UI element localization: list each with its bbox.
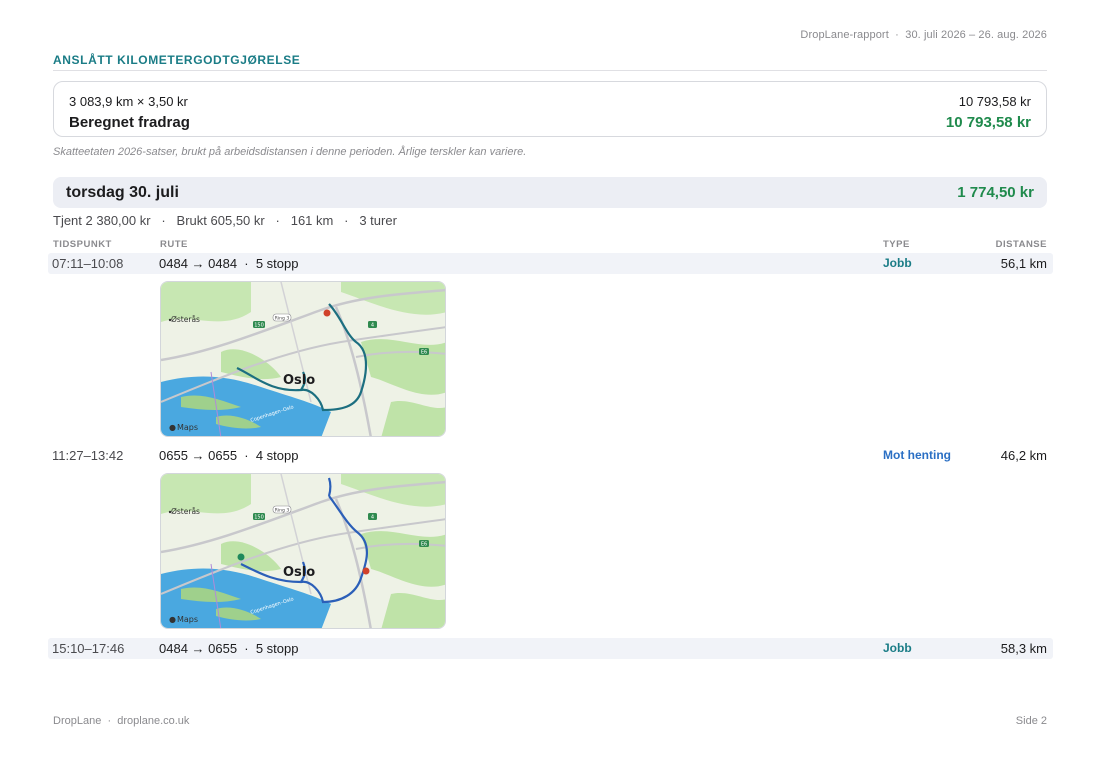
rate-note: Skatteetaten 2026-satser, brukt på arbei… <box>53 146 527 158</box>
trip-distance: 56,1 km <box>1000 256 1047 271</box>
apple-logo-icon: ● <box>169 423 176 432</box>
column-header-type: TYPE <box>883 239 910 250</box>
trip-time: 11:27–13:42 <box>52 448 124 463</box>
deduction-row: Beregnet fradrag 10 793,58 kr <box>69 114 1031 131</box>
section-title: ANSLÅTT KILOMETERGODTGJØRELSE <box>53 53 301 67</box>
trip-distance: 46,2 km <box>1000 448 1047 463</box>
city-label: Oslo <box>283 373 315 388</box>
calc-row: 3 083,9 km × 3,50 kr 10 793,58 kr <box>69 94 1031 109</box>
road-label: E6 <box>421 542 427 548</box>
trip-type: Jobb <box>883 256 912 270</box>
trip-type: Jobb <box>883 641 912 655</box>
road-label: 150 <box>254 323 264 329</box>
report-header: DropLane-rapport · 30. juli 2026 – 26. a… <box>800 29 1047 41</box>
city-label: Oslo <box>283 565 315 580</box>
trip-distance: 58,3 km <box>1000 641 1047 656</box>
route-map[interactable]: 150 Ring 3 4 E6 Østerås Oslo Copenhagen–… <box>160 473 446 629</box>
footer-brand-name: DropLane <box>53 715 102 727</box>
trip-type: Mot henting <box>883 448 951 462</box>
column-header-distance: DISTANSE <box>995 239 1047 250</box>
road-label: 4 <box>371 515 374 521</box>
report-label: DropLane-rapport <box>800 29 889 41</box>
road-label: E6 <box>421 350 427 356</box>
trip-route: 0484 → 0484 · 5 stopp <box>159 256 299 271</box>
apple-logo-icon: ● <box>169 615 176 624</box>
route-map[interactable]: 150 Ring 3 4 E6 Østerås Oslo Copenhagen–… <box>160 281 446 437</box>
day-total: 1 774,50 kr <box>957 184 1034 201</box>
map-attribution: Maps <box>177 423 198 432</box>
trip-time: 07:11–10:08 <box>52 256 124 271</box>
trip-route: 0655 → 0655 · 4 stopp <box>159 448 299 463</box>
road-label: Ring 3 <box>275 508 290 514</box>
footer-site-link[interactable]: droplane.co.uk <box>117 715 189 727</box>
column-header-route: RUTE <box>160 239 188 250</box>
calc-amount: 10 793,58 kr <box>958 94 1031 109</box>
footer-separator: · <box>107 715 112 727</box>
day-header: torsdag 30. juli 1 774,50 kr <box>53 177 1047 208</box>
road-label: Ring 3 <box>275 316 290 322</box>
section-divider <box>53 70 1047 71</box>
trip-row[interactable]: 07:11–10:08 0484 → 0484 · 5 stopp Jobb 5… <box>48 253 1053 274</box>
deduction-label: Beregnet fradrag <box>69 114 190 131</box>
place-label: Østerås <box>171 507 200 516</box>
day-stats: Tjent 2 380,00 kr · Brukt 605,50 kr · 16… <box>53 213 397 228</box>
trip-route: 0484 → 0655 · 5 stopp <box>159 641 299 656</box>
report-period: 30. juli 2026 – 26. aug. 2026 <box>905 29 1047 41</box>
map-attribution: Maps <box>177 615 198 624</box>
deduction-amount: 10 793,58 kr <box>945 114 1031 131</box>
day-title: torsdag 30. juli <box>66 183 179 201</box>
place-label: Østerås <box>171 315 200 324</box>
mileage-calculation-box: 3 083,9 km × 3,50 kr 10 793,58 kr Beregn… <box>53 81 1047 137</box>
road-label: 4 <box>371 323 374 329</box>
page-number: Side 2 <box>1015 715 1047 727</box>
header-separator: · <box>895 29 899 41</box>
road-label: 150 <box>254 515 264 521</box>
trip-time: 15:10–17:46 <box>52 641 125 656</box>
column-header-time: TIDSPUNKT <box>53 239 112 250</box>
footer-brand: DropLane · droplane.co.uk <box>53 715 189 727</box>
trip-row[interactable]: 15:10–17:46 0484 → 0655 · 5 stopp Jobb 5… <box>48 638 1053 659</box>
trip-row[interactable]: 11:27–13:42 0655 → 0655 · 4 stopp Mot he… <box>48 445 1053 466</box>
calc-formula: 3 083,9 km × 3,50 kr <box>69 94 188 109</box>
